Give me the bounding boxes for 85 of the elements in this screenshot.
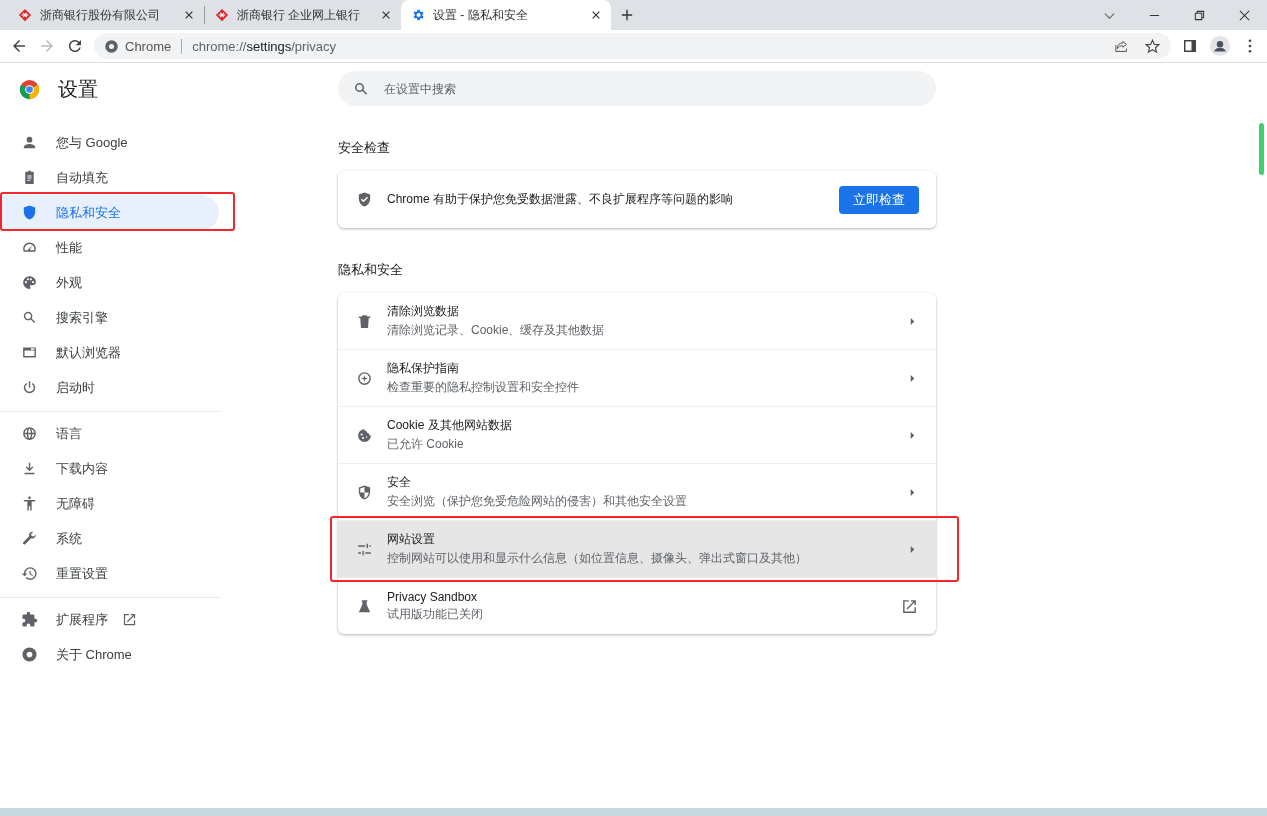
- sidebar-item[interactable]: 隐私和安全: [0, 195, 219, 230]
- tab-title: 浙商银行股份有限公司: [40, 6, 161, 24]
- globe-icon: [21, 425, 38, 442]
- settings-row[interactable]: 安全 安全浏览（保护您免受危险网站的侵害）和其他安全设置: [338, 464, 936, 520]
- row-subtitle: 控制网站可以使用和显示什么信息（如位置信息、摄像头、弹出式窗口及其他）: [387, 550, 808, 567]
- safety-check-text: Chrome 有助于保护您免受数据泄露、不良扩展程序等问题的影响: [387, 191, 734, 208]
- sidebar-item[interactable]: 外观: [0, 265, 219, 300]
- close-icon[interactable]: [381, 10, 391, 20]
- caret-right-icon: [909, 430, 916, 440]
- puzzle-icon: [21, 611, 38, 628]
- sidebar-item[interactable]: 无障碍: [0, 486, 219, 521]
- palette-icon: [21, 274, 38, 291]
- sidebar-item[interactable]: 扩展程序: [0, 602, 219, 637]
- section-heading: 隐私和安全: [338, 261, 404, 279]
- external-link-icon: [901, 597, 918, 615]
- external-link-icon: [122, 612, 137, 627]
- sidebar-item[interactable]: 自动填充: [0, 160, 219, 195]
- browser-tab[interactable]: 设置 - 隐私和安全: [401, 0, 611, 30]
- power-icon: [21, 379, 38, 396]
- settings-row[interactable]: Privacy Sandbox 试用版功能已关闭: [338, 578, 936, 634]
- settings-row[interactable]: 隐私保护指南 检查重要的隐私控制设置和安全控件: [338, 350, 936, 406]
- close-icon[interactable]: [591, 10, 601, 20]
- settings-icon: [411, 8, 425, 22]
- scrollbar-thumb[interactable]: [1259, 123, 1264, 175]
- settings-row[interactable]: 清除浏览数据 清除浏览记录、Cookie、缓存及其他数据: [338, 293, 936, 349]
- browser-tab[interactable]: 浙商银行 企业网上银行: [205, 0, 401, 30]
- sidebar-item[interactable]: 下载内容: [0, 451, 219, 486]
- wrench-icon: [21, 530, 38, 547]
- row-subtitle: 清除浏览记录、Cookie、缓存及其他数据: [387, 322, 606, 339]
- star-icon[interactable]: [1144, 37, 1161, 55]
- tab-title: 设置 - 隐私和安全: [433, 6, 529, 24]
- side-panel-icon[interactable]: [1181, 37, 1199, 55]
- check-now-button[interactable]: 立即检查: [839, 185, 919, 214]
- sidebar-item[interactable]: 语言: [0, 416, 219, 451]
- caret-right-icon: [909, 544, 916, 554]
- row-title: 清除浏览数据: [387, 303, 460, 320]
- history-icon: [21, 565, 38, 582]
- bank-logo-icon: [215, 8, 229, 22]
- sidebar-item[interactable]: 系统: [0, 521, 219, 556]
- row-title: Cookie 及其他网站数据: [387, 417, 513, 434]
- new-tab-icon[interactable]: [621, 9, 633, 21]
- shield-icon: [356, 483, 373, 501]
- sidebar-item[interactable]: 搜索引擎: [0, 300, 219, 335]
- url-text: chrome://settings/privacy: [192, 38, 337, 54]
- flask-icon: [356, 597, 373, 615]
- close-icon[interactable]: [1239, 9, 1250, 21]
- row-subtitle: 安全浏览（保护您免受危险网站的侵害）和其他安全设置: [387, 493, 688, 510]
- accessibility-icon: [21, 495, 38, 512]
- caret-right-icon: [909, 316, 916, 326]
- row-subtitle: 已允许 Cookie: [387, 436, 465, 453]
- section-heading: 安全检查: [338, 139, 391, 157]
- sidebar-item[interactable]: 默认浏览器: [0, 335, 219, 370]
- search-field[interactable]: 在设置中搜索: [338, 71, 936, 106]
- browser-tab[interactable]: 浙商银行股份有限公司: [8, 0, 204, 30]
- sidebar-item[interactable]: 性能: [0, 230, 219, 265]
- sidebar-item[interactable]: 关于 Chrome: [0, 637, 219, 672]
- close-icon[interactable]: [184, 10, 194, 20]
- restore-icon[interactable]: [1194, 9, 1205, 21]
- sidebar-item[interactable]: 您与 Google: [0, 125, 219, 160]
- cookie-icon: [356, 426, 373, 444]
- reload-icon[interactable]: [66, 37, 84, 55]
- settings-row[interactable]: Cookie 及其他网站数据 已允许 Cookie: [338, 407, 936, 463]
- sidebar-item[interactable]: 启动时: [0, 370, 219, 405]
- row-title: Privacy Sandbox: [387, 589, 479, 604]
- bank-logo-icon: [18, 8, 32, 22]
- caret-right-icon: [909, 373, 916, 383]
- sidebar-item[interactable]: 重置设置: [0, 556, 219, 591]
- row-title: 安全: [387, 474, 412, 491]
- person-icon: [21, 134, 38, 151]
- shield-check-icon: [356, 191, 373, 208]
- row-title: 隐私保护指南: [387, 360, 460, 377]
- row-subtitle: 试用版功能已关闭: [387, 605, 484, 623]
- row-subtitle: 检查重要的隐私控制设置和安全控件: [387, 379, 580, 396]
- tab-title: 浙商银行 企业网上银行: [237, 6, 362, 24]
- settings-row[interactable]: 网站设置 控制网站可以使用和显示什么信息（如位置信息、摄像头、弹出式窗口及其他）: [338, 521, 936, 577]
- row-title: 网站设置: [387, 531, 436, 548]
- address-bar[interactable]: Chrome chrome://settings/privacy: [94, 33, 1171, 59]
- shield-icon: [21, 204, 38, 221]
- site-label: Chrome: [125, 38, 172, 54]
- search-icon: [21, 309, 38, 326]
- trash-icon: [356, 312, 373, 330]
- chrome-logo-icon: [19, 78, 40, 100]
- page-title: 设置: [58, 76, 98, 102]
- caret-right-icon: [909, 487, 916, 497]
- profile-avatar-icon[interactable]: [1209, 35, 1231, 57]
